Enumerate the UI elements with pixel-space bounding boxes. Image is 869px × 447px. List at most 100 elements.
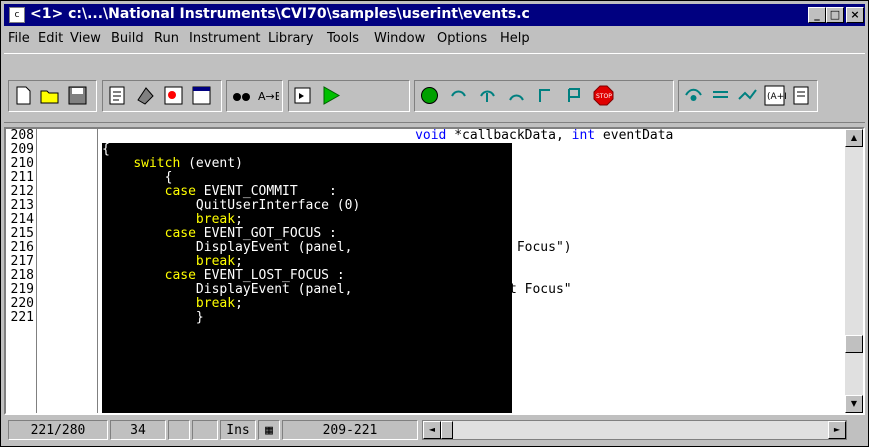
search-tool-group: A→B xyxy=(226,80,283,112)
document-c-icon[interactable]: c xyxy=(9,7,25,23)
code-token: eventData xyxy=(595,128,674,143)
title-bar[interactable]: c <1> c:\...\National Instruments\CVI70\… xyxy=(4,4,865,26)
insert-mode: Ins xyxy=(220,420,256,440)
menu-build[interactable]: Build xyxy=(111,31,144,46)
menu-options[interactable]: Options xyxy=(437,31,487,46)
code-token: case xyxy=(164,226,196,241)
code-token: *callbackData, xyxy=(446,128,572,143)
step-over-icon[interactable] xyxy=(447,84,470,107)
toolbar: A→B STOP (A+B) xyxy=(4,53,865,123)
menu-help[interactable]: Help xyxy=(500,31,530,46)
menu-file[interactable]: File xyxy=(8,31,30,46)
menu-edit[interactable]: Edit xyxy=(38,31,63,46)
watch-icon[interactable] xyxy=(682,84,705,107)
code-line: case EVENT_GOT_FOCUS : xyxy=(102,227,840,241)
svg-text:STOP: STOP xyxy=(596,93,612,100)
code-token: ; xyxy=(360,198,369,213)
code-token: break xyxy=(195,212,236,227)
line-number: 219 xyxy=(10,282,34,297)
line-number: 211 xyxy=(10,170,34,185)
window-title: <1> c:\...\National Instruments\CVI70\sa… xyxy=(30,6,530,22)
line-number: 208 xyxy=(10,128,34,143)
line-position: 221/280 xyxy=(8,420,108,440)
run-tool-group xyxy=(288,80,410,112)
code-token: ; xyxy=(235,254,243,269)
code-token: ; xyxy=(235,212,243,227)
scroll-left-button[interactable]: ◄ xyxy=(423,421,441,439)
page-icon[interactable] xyxy=(790,84,813,107)
vertical-scroll-thumb[interactable] xyxy=(845,335,863,353)
scroll-right-button[interactable]: ► xyxy=(828,421,846,439)
new-file-icon[interactable] xyxy=(12,84,35,107)
step-icon[interactable] xyxy=(292,84,315,107)
line-number: 221 xyxy=(10,310,34,325)
scroll-down-button[interactable]: ▼ xyxy=(845,395,863,413)
scroll-up-button[interactable]: ▲ xyxy=(845,129,863,147)
code-line: break; xyxy=(102,297,840,311)
variables-icon[interactable] xyxy=(709,84,732,107)
function-panel-icon[interactable]: (A+B) xyxy=(763,84,794,107)
line-number: 216 xyxy=(10,240,34,255)
run-icon[interactable] xyxy=(319,84,342,107)
code-token: { xyxy=(164,170,173,185)
replace-icon[interactable]: A→B xyxy=(256,84,282,107)
edit-tool-group xyxy=(102,80,222,112)
code-token: QuitUserInterface (0) xyxy=(195,198,361,213)
code-line: { xyxy=(102,143,840,157)
code-area[interactable]: void *callbackData, int eventData{ switc… xyxy=(98,129,840,413)
line-number: 209 xyxy=(10,142,34,157)
menu-view[interactable]: View xyxy=(70,31,101,46)
stop-icon[interactable]: STOP xyxy=(592,84,615,107)
code-token: } xyxy=(195,310,204,325)
code-editor[interactable]: 208 209 210 211 212 213 214 215 216 217 218 219 220 2… xyxy=(4,127,865,415)
menu-window[interactable]: Window xyxy=(374,31,425,46)
code-lines: void *callbackData, int eventData{ switc… xyxy=(102,129,840,325)
menu-instrument[interactable]: Instrument xyxy=(189,31,261,46)
code-line: break; xyxy=(102,213,840,227)
code-token: "Quit Button", "Got Focus") xyxy=(360,240,572,255)
window-icon[interactable] xyxy=(190,84,213,107)
line-number: 210 xyxy=(10,156,34,171)
menu-run[interactable]: Run xyxy=(154,31,179,46)
find-icon[interactable] xyxy=(162,84,185,107)
step-out-icon[interactable] xyxy=(505,84,528,107)
breakpoint-icon[interactable] xyxy=(563,84,586,107)
step-into-icon[interactable] xyxy=(418,84,441,107)
go-to-cursor-icon[interactable] xyxy=(534,84,557,107)
maximize-button[interactable]: □ xyxy=(826,7,844,23)
svg-text:(A+B): (A+B) xyxy=(767,92,786,102)
close-button[interactable]: × xyxy=(846,7,864,23)
horizontal-scroll-thumb[interactable] xyxy=(441,421,453,439)
tag-margin[interactable] xyxy=(37,129,98,413)
step-return-icon[interactable] xyxy=(476,84,499,107)
menu-library[interactable]: Library xyxy=(268,31,313,46)
menu-bar: File Edit View Build Run Instrument Libr… xyxy=(4,28,865,50)
vertical-scrollbar[interactable]: ▲ ▼ xyxy=(845,129,863,413)
line-number: 215 xyxy=(10,226,34,241)
line-number: 220 xyxy=(10,296,34,311)
horizontal-scrollbar[interactable]: ◄ ► xyxy=(422,420,847,440)
code-token: case xyxy=(164,184,196,199)
code-token: switch xyxy=(133,156,181,171)
tracepoint-icon[interactable] xyxy=(736,84,759,107)
code-token: EVENT_LOST_FOCUS : xyxy=(195,268,345,283)
save-icon[interactable] xyxy=(66,84,89,107)
line-number: 214 xyxy=(10,212,34,227)
edit-icon[interactable] xyxy=(106,84,129,107)
status-field-blank-1 xyxy=(168,420,190,440)
column-number: 34 xyxy=(110,420,166,440)
binoculars-icon[interactable] xyxy=(230,84,253,107)
open-folder-icon[interactable] xyxy=(39,84,62,107)
line-number: 218 xyxy=(10,268,34,283)
code-token: EVENT_GOT_FOCUS : xyxy=(195,226,337,241)
status-field-blank-2 xyxy=(192,420,218,440)
status-bar: 221/280 34 Ins ▦ 209-221 ◄ ► xyxy=(4,419,865,443)
build-icon[interactable] xyxy=(134,84,157,107)
code-line: DisplayEvent (panel, "Quit Button", "Los… xyxy=(102,283,840,297)
minimize-button[interactable]: _ xyxy=(808,7,826,23)
menu-tools[interactable]: Tools xyxy=(327,31,359,46)
grid-icon: ▦ xyxy=(258,420,280,440)
code-line: void *callbackData, int eventData xyxy=(102,129,840,143)
code-token: break xyxy=(195,254,236,269)
code-token: int xyxy=(571,128,596,143)
